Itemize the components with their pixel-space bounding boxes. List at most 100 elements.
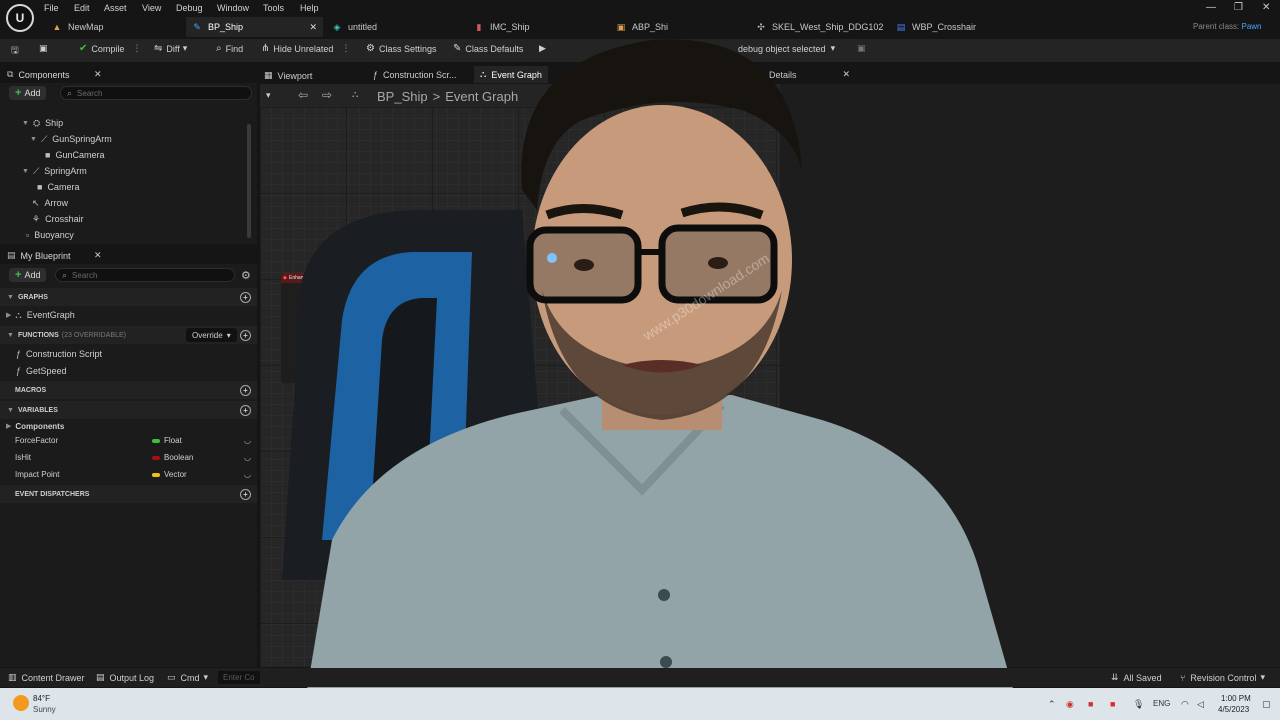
my-blueprint-header: ▤ My Blueprint ✕ xyxy=(0,247,257,264)
content-drawer-button[interactable]: ▥ Content Drawer xyxy=(8,672,85,683)
tray-chevron-icon[interactable]: ⌃ xyxy=(1048,699,1056,710)
microphone-icon[interactable]: 🎙 xyxy=(1133,699,1144,710)
function-icon: ƒ xyxy=(16,366,22,376)
tree-label: Camera xyxy=(47,182,80,192)
tree-item-arrow[interactable]: ↖ Arrow xyxy=(32,195,68,211)
weather-condition[interactable]: Sunny xyxy=(33,705,56,714)
type-pill-icon xyxy=(152,438,160,443)
language-indicator[interactable]: ENG xyxy=(1153,699,1170,708)
add-variable-icon[interactable]: + xyxy=(240,404,251,416)
unreal-logo-icon[interactable]: U xyxy=(6,4,34,32)
section-functions[interactable]: ▼ FUNCTIONS (23 OVERRIDABLE) Override ▾ + xyxy=(0,326,257,344)
eye-icon[interactable]: ◡ xyxy=(244,470,251,479)
spring-arm-icon: ⟋ xyxy=(32,165,40,176)
variable-row-forcefactor[interactable]: ForceFactor Float ◡ xyxy=(0,432,257,449)
components-search-input[interactable]: ⌕ Search xyxy=(60,86,252,100)
variable-name: ForceFactor xyxy=(15,436,59,445)
my-blueprint-search-input[interactable]: ⌕ Search xyxy=(55,268,235,282)
add-macro-icon[interactable]: + xyxy=(240,384,251,396)
menu-tools[interactable]: Tools xyxy=(263,3,284,13)
menu-help[interactable]: Help xyxy=(300,3,319,13)
caret-icon: ▼ xyxy=(7,331,14,339)
console-input[interactable]: Enter Co xyxy=(218,671,260,684)
chevron-down-icon: ▾ xyxy=(1260,672,1265,682)
add-function-icon[interactable]: + xyxy=(240,329,251,341)
my-blueprint-add-button[interactable]: + Add xyxy=(9,268,47,282)
camera-icon: ■ xyxy=(37,182,43,192)
output-log-button[interactable]: ▤ Output Log xyxy=(96,672,154,683)
minimize-icon[interactable]: — xyxy=(1206,2,1216,13)
all-saved-button[interactable]: ⇊ All Saved xyxy=(1111,672,1162,683)
parent-class-value[interactable]: Pawn xyxy=(1241,22,1261,31)
shirt-button xyxy=(660,656,672,668)
notification-icon[interactable]: ▢ xyxy=(1262,699,1271,710)
variable-row-impact-point[interactable]: Impact Point Vector ◡ xyxy=(0,466,257,483)
revision-control-icon: ⑂ xyxy=(1180,672,1186,683)
weather-sun-icon[interactable] xyxy=(13,695,29,711)
menu-file[interactable]: File xyxy=(44,3,59,13)
add-dispatcher-icon[interactable]: + xyxy=(240,488,251,500)
diff-label: Diff xyxy=(166,43,180,54)
section-event-dispatchers[interactable]: EVENT DISPATCHERS + xyxy=(0,485,257,503)
all-saved-label: All Saved xyxy=(1123,672,1162,683)
diff-button[interactable]: ⇋ Diff ▾ xyxy=(154,43,187,54)
close-panel-icon[interactable]: ✕ xyxy=(94,250,102,261)
windows-taskbar: 84°F Sunny ⌃ ◉ ■ ■ 🎙 ENG ◠ ◁ 1:00 PM 4/5… xyxy=(0,688,1280,720)
revision-control-button[interactable]: ⑂ Revision Control ▾ xyxy=(1180,672,1265,683)
wifi-icon[interactable]: ◠ xyxy=(1181,699,1189,710)
section-graphs[interactable]: ▼ GRAPHS + xyxy=(0,288,257,306)
components-scrollbar[interactable] xyxy=(247,124,251,238)
components-panel: ⧉ Components ✕ + Add ⌕ Search ▼ ⛭ Ship ▼ ⟋ Gu… xyxy=(0,66,257,244)
cmd-button[interactable]: ▭ Cmd ▾ xyxy=(167,672,208,683)
gear-icon[interactable]: ⚙ xyxy=(241,269,251,282)
tray-app-icon[interactable]: ◉ xyxy=(1066,699,1074,710)
function-item-construction-script[interactable]: ƒ Construction Script xyxy=(16,346,102,362)
tree-item-crosshair[interactable]: ⚘ Crosshair xyxy=(32,211,84,227)
components-add-button[interactable]: + Add xyxy=(9,86,47,100)
tree-item-guncamera[interactable]: ■ GunCamera xyxy=(45,147,104,163)
weather-temperature[interactable]: 84°F xyxy=(33,694,50,703)
eye-icon[interactable]: ◡ xyxy=(244,436,251,445)
find-button[interactable]: ⌕ Find xyxy=(216,43,243,54)
override-dropdown[interactable]: Override ▾ xyxy=(186,328,237,342)
menu-debug[interactable]: Debug xyxy=(176,3,203,13)
tree-item-camera[interactable]: ■ Camera xyxy=(37,179,79,195)
more-icon[interactable]: ⋮ xyxy=(132,43,141,54)
tree-item-buoyancy[interactable]: ▫ Buoyancy xyxy=(26,227,74,243)
tree-item-springarm[interactable]: ▼ ⟋ SpringArm xyxy=(22,163,87,179)
volume-icon[interactable]: ◁ xyxy=(1197,699,1204,710)
content-drawer-icon: ▥ xyxy=(8,672,17,682)
compile-button[interactable]: ✔ Compile ⋮ xyxy=(79,43,141,54)
browse-icon[interactable]: ▣ xyxy=(39,43,48,54)
menu-edit[interactable]: Edit xyxy=(74,3,90,13)
restore-icon[interactable]: ❐ xyxy=(1234,2,1243,13)
menu-asset[interactable]: Asset xyxy=(104,3,127,13)
tree-item-ship[interactable]: ▼ ⛭ Ship xyxy=(22,115,63,131)
add-label: Add xyxy=(24,88,41,98)
eye-icon[interactable]: ◡ xyxy=(244,453,251,462)
function-item-getspeed[interactable]: ƒ GetSpeed xyxy=(16,363,67,379)
clock-date[interactable]: 4/5/2023 xyxy=(1218,705,1249,714)
status-bar: ▥ Content Drawer ▤ Output Log ▭ Cmd ▾ Enter … xyxy=(0,668,1280,687)
section-variables[interactable]: ▼ VARIABLES + xyxy=(0,401,257,419)
menu-view[interactable]: View xyxy=(142,3,161,13)
section-macros[interactable]: MACROS + xyxy=(0,381,257,399)
variable-row-ishit[interactable]: IsHit Boolean ◡ xyxy=(0,449,257,466)
tab-newmap[interactable]: ▲ NewMap xyxy=(46,17,186,37)
glasses-reflection xyxy=(547,253,557,263)
menu-window[interactable]: Window xyxy=(217,3,249,13)
tray-app-icon[interactable]: ■ xyxy=(1110,699,1115,709)
add-graph-icon[interactable]: + xyxy=(240,291,251,303)
function-icon: ƒ xyxy=(16,349,22,359)
tree-item-gunspringarm[interactable]: ▼ ⟋ GunSpringArm xyxy=(30,131,112,147)
close-panel-icon[interactable]: ✕ xyxy=(94,69,102,80)
save-icon[interactable]: 🖫 xyxy=(11,43,19,59)
tab-label: NewMap xyxy=(68,22,104,32)
caret-icon: ▼ xyxy=(7,293,14,301)
clock-time[interactable]: 1:00 PM xyxy=(1221,694,1251,703)
close-window-icon[interactable]: ✕ xyxy=(1262,2,1270,13)
function-label: Construction Script xyxy=(26,349,103,359)
parent-class-label: Parent class: xyxy=(1193,22,1240,31)
graph-item-eventgraph[interactable]: ▶ ⛬ EventGraph xyxy=(6,307,75,323)
tray-app-icon[interactable]: ■ xyxy=(1088,699,1093,709)
